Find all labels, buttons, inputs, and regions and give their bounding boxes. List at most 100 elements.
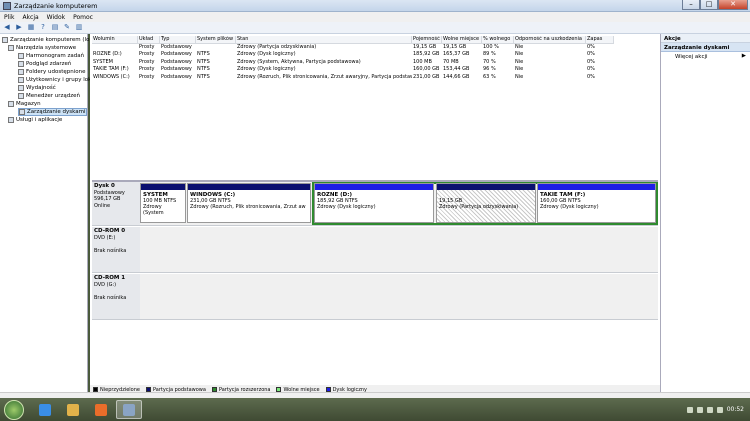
column-header[interactable]: Stan: [236, 36, 412, 44]
edit-icon[interactable]: ✎: [62, 23, 72, 32]
tree-item-root[interactable]: Zarządzanie komputerem (lokal: [2, 36, 97, 44]
tree-item-performance[interactable]: Wydajność: [18, 84, 56, 92]
flag-icon[interactable]: [716, 406, 723, 413]
column-header[interactable]: Wolumin: [92, 36, 138, 44]
table-cell: WINDOWS (C:): [93, 73, 130, 80]
partition-status: Zdrowy (Dysk logiczny): [317, 204, 376, 210]
help-icon[interactable]: ?: [38, 23, 48, 32]
column-header[interactable]: % wolnego: [482, 36, 514, 44]
table-cell: 100 %: [483, 43, 499, 50]
tree-item-task-scheduler[interactable]: Harmonogram zadań: [18, 52, 84, 60]
table-row[interactable]: WINDOWS (C:) Prosty Podstawowy NTFS Zdrowy (…: [92, 74, 658, 82]
table-cell: Zdrowy (Rozruch, Plik stronicowania, Zrz…: [237, 73, 412, 80]
table-cell: NTFS: [197, 66, 210, 72]
column-header[interactable]: Pojemność: [412, 36, 442, 44]
network-icon[interactable]: [696, 406, 703, 413]
table-cell: 19,15 GB: [413, 43, 437, 50]
taskbar-app-computer-management[interactable]: [116, 400, 142, 419]
table-cell: Nie: [515, 73, 524, 80]
partition-block[interactable]: WINDOWS (C:) 231,00 GB NTFS Zdrowy (Rozruc…: [187, 183, 311, 223]
menu-view[interactable]: Widok: [43, 12, 69, 22]
table-cell: 0%: [587, 73, 595, 80]
table-row[interactable]: ROZNE (D:) Prosty Podstawowy NTFS Zdrowy (Dy…: [92, 51, 658, 59]
table-row[interactable]: Prosty Podstawowy Zdrowy (Partycja odzyski…: [92, 44, 658, 52]
partition-text: ROZNE (D:) 185,92 GB NTFS Zdrowy (Dysk log…: [315, 190, 433, 212]
column-header[interactable]: System plików: [196, 36, 236, 44]
maximize-button[interactable]: □: [700, 0, 718, 10]
volume-icon[interactable]: [706, 406, 713, 413]
column-header[interactable]: Wolne miejsce: [442, 36, 482, 44]
tree-item-system-tools[interactable]: Narzędzia systemowe: [8, 44, 76, 52]
cdrom-0-area: [140, 227, 658, 272]
folder-icon: [18, 69, 24, 75]
menu-help[interactable]: Pomoc: [69, 12, 97, 22]
table-cell: 0%: [587, 51, 595, 57]
table-cell: Nie: [515, 58, 524, 65]
start-button[interactable]: [4, 399, 24, 420]
minimize-button[interactable]: –: [682, 0, 700, 10]
services-icon: [8, 117, 14, 123]
table-cell: TAKIE TAM (F:): [93, 66, 129, 72]
computer-management-icon: [3, 2, 11, 10]
table-cell: Zdrowy (Dysk logiczny): [237, 51, 296, 57]
table-cell: 63 %: [483, 73, 496, 80]
table-cell: Nie: [515, 51, 524, 57]
volume-table: Wolumin Układ Typ System plików Stan Pojemnoś…: [92, 36, 658, 81]
clock[interactable]: 00:52: [727, 406, 744, 413]
view-icon[interactable]: ▥: [74, 23, 84, 32]
table-cell: Nie: [515, 66, 524, 72]
disk-management-pane: Wolumin Układ Typ System plików Stan Pojemnoś…: [90, 34, 660, 392]
table-cell: 0%: [587, 66, 595, 72]
properties-icon[interactable]: ▤: [50, 23, 60, 32]
column-header[interactable]: Zapas: [586, 36, 614, 44]
close-button[interactable]: ✕: [718, 0, 748, 10]
menu-file[interactable]: Plik: [0, 12, 18, 22]
system-tray: 00:52: [686, 406, 750, 413]
computer-management-icon: [123, 403, 135, 416]
cdrom-1-row[interactable]: CD-ROM 1 DVD (G:) Brak nośnika: [92, 274, 658, 320]
table-cell: Zdrowy (Partycja odzyskiwania): [237, 43, 317, 50]
taskbar: 00:52: [0, 398, 750, 421]
tree-item-services[interactable]: Usługi i aplikacje: [8, 116, 62, 124]
explorer-ie-icon: [39, 403, 51, 416]
partition-block[interactable]: ROZNE (D:) 185,92 GB NTFS Zdrowy (Dysk log…: [314, 183, 434, 223]
menu-bar: Plik Akcja Widok Pomoc: [0, 12, 750, 22]
tree-item-storage[interactable]: Magazyn: [8, 100, 41, 108]
tree-item-device-manager[interactable]: Menedżer urządzeń: [18, 92, 80, 100]
back-icon[interactable]: ◀: [2, 23, 12, 32]
more-actions-item[interactable]: Więcej akcji ▶: [661, 52, 750, 60]
tree-item-event-viewer[interactable]: Podgląd zdarzeń: [18, 60, 71, 68]
table-row[interactable]: SYSTEM Prosty Podstawowy NTFS Zdrowy (System…: [92, 59, 658, 67]
table-cell: 0%: [587, 43, 595, 50]
legend-swatch: [145, 386, 151, 392]
taskbar-app-explorer-ie[interactable]: [32, 400, 58, 419]
menu-action[interactable]: Akcja: [18, 12, 42, 22]
taskbar-app-folder[interactable]: [60, 400, 86, 419]
column-header[interactable]: Układ: [138, 36, 160, 44]
cdrom-1-area: [140, 274, 658, 319]
partition-block[interactable]: 19,15 GB Zdrowy (Partycja odzyskiwania): [436, 183, 536, 223]
actions-section-disk-management[interactable]: Zarządzanie dyskami: [661, 43, 750, 52]
partition-block[interactable]: SYSTEM 100 MB NTFS Zdrowy (System: [140, 183, 186, 223]
disk-0-label: Dysk 0 Podstawowy 596,17 GB Online: [92, 182, 140, 225]
column-header[interactable]: Typ: [160, 36, 196, 44]
column-header[interactable]: Odporność na uszkodzenia: [514, 36, 586, 44]
tray-arrow-icon[interactable]: [686, 406, 693, 413]
title-bar: Zarządzanie komputerem – □ ✕: [0, 0, 750, 12]
partition-text: SYSTEM 100 MB NTFS Zdrowy (System: [141, 190, 185, 218]
tree-item-shared-folders[interactable]: Foldery udostępnione: [18, 68, 86, 76]
partition-block[interactable]: TAKIE TAM (F:) 160,00 GB NTFS Zdrowy (Dysk…: [537, 183, 656, 223]
cdrom-0-row[interactable]: CD-ROM 0 DVD (E:) Brak nośnika: [92, 227, 658, 273]
table-cell: Nie: [515, 43, 524, 50]
table-cell: Zdrowy (Dysk logiczny): [237, 66, 296, 72]
table-cell: 100 MB: [413, 58, 432, 65]
table-cell: [92, 44, 138, 52]
tree-item-disk-management[interactable]: Zarządzanie dyskami: [18, 108, 87, 116]
table-cell: 160,00 GB: [413, 66, 440, 72]
taskbar-app-media[interactable]: [88, 400, 114, 419]
disk-0-row[interactable]: Dysk 0 Podstawowy 596,17 GB Online SYSTE…: [92, 182, 658, 226]
table-cell: SYSTEM: [93, 58, 113, 65]
show-tree-icon[interactable]: ▦: [26, 23, 36, 32]
forward-icon[interactable]: ▶: [14, 23, 24, 32]
table-row[interactable]: TAKIE TAM (F:) Prosty Podstawowy NTFS Zdrowy…: [92, 66, 658, 74]
